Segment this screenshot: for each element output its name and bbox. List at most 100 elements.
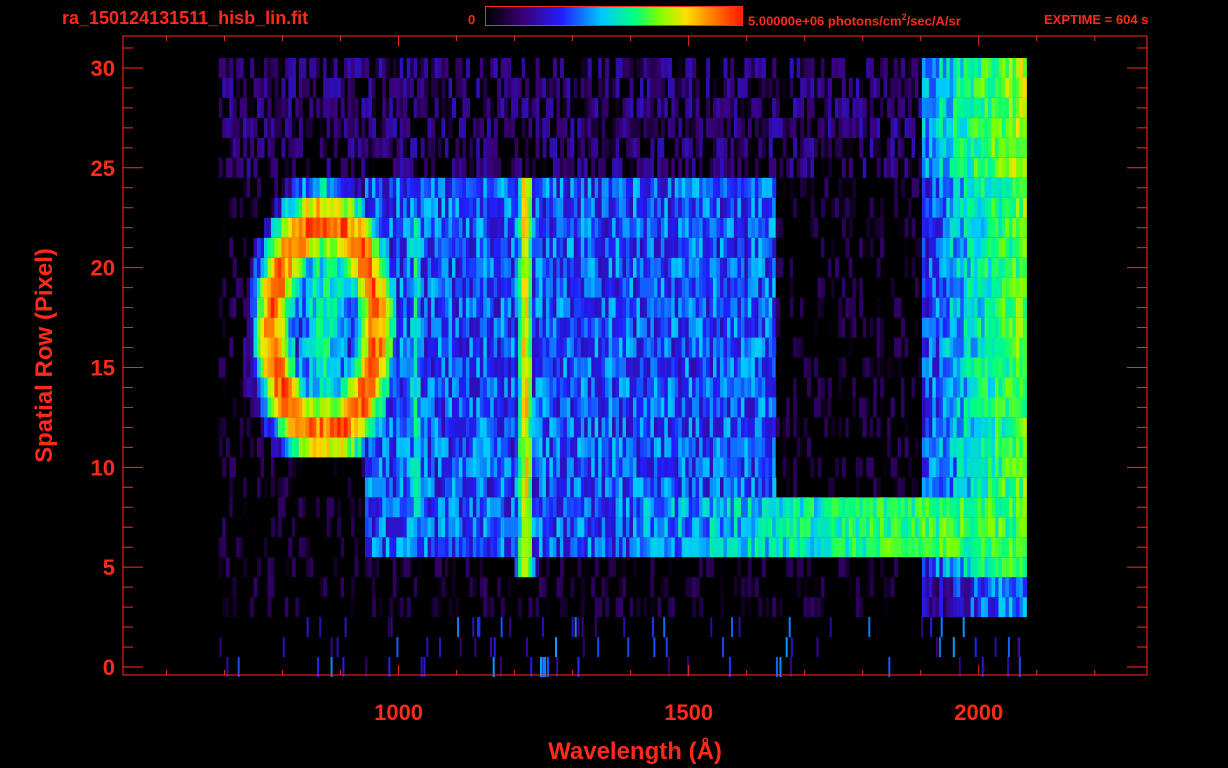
heatmap-cell xyxy=(514,217,519,238)
heatmap-cell xyxy=(371,597,376,618)
heatmap-cell xyxy=(420,457,425,478)
heatmap-cell xyxy=(796,437,801,458)
heatmap-cell xyxy=(479,277,484,298)
heatmap-cell xyxy=(528,457,533,478)
heatmap-cell xyxy=(218,537,223,558)
heatmap-cell xyxy=(894,557,899,578)
heatmap-cell xyxy=(375,277,380,298)
heatmap-cell xyxy=(545,357,550,378)
heatmap-cell xyxy=(257,377,262,398)
heatmap-cell xyxy=(382,217,387,238)
heatmap-cell xyxy=(807,497,812,518)
heatmap-cell xyxy=(681,377,686,398)
heatmap-cell xyxy=(274,557,279,578)
heatmap-cell xyxy=(545,337,550,358)
heatmap-cell xyxy=(291,137,296,158)
heatmap-cell xyxy=(657,377,662,398)
heatmap-cell xyxy=(775,497,780,518)
heatmap-cell xyxy=(552,417,557,438)
heatmap-cell xyxy=(991,397,996,418)
heatmap-cell xyxy=(820,577,825,598)
heatmap-cell xyxy=(834,257,839,278)
heatmap-cell xyxy=(622,237,627,258)
heatmap-cell xyxy=(264,597,269,618)
heatmap-cell xyxy=(981,357,986,378)
heatmap-cell xyxy=(622,297,627,318)
heatmap-cell xyxy=(448,137,453,158)
heatmap-cell xyxy=(504,537,509,558)
heatmap-cell xyxy=(399,377,404,398)
heatmap-cell xyxy=(340,97,345,118)
heatmap-cell xyxy=(243,357,248,378)
heatmap-cell xyxy=(841,517,846,538)
heatmap-cell xyxy=(420,277,425,298)
heatmap-cell xyxy=(643,377,648,398)
heatmap-cell xyxy=(570,197,575,218)
heatmap-cell xyxy=(511,357,516,378)
heatmap-cell xyxy=(371,377,376,398)
heatmap-cell xyxy=(351,137,356,158)
heatmap-cell xyxy=(347,477,352,498)
heatmap-cell xyxy=(281,337,286,358)
heatmap-cell xyxy=(371,197,376,218)
heatmap-cell xyxy=(431,177,436,198)
heatmap-cell xyxy=(608,417,613,438)
heatmap-cell xyxy=(883,597,888,618)
heatmap-cell xyxy=(532,217,537,238)
heatmap-cell xyxy=(814,157,819,178)
heatmap-cell xyxy=(539,357,544,378)
heatmap-cell xyxy=(281,457,286,478)
heatmap-cell xyxy=(751,517,756,538)
heatmap-cell xyxy=(570,137,575,158)
heatmap-cell xyxy=(364,537,369,558)
heatmap-cell xyxy=(364,277,369,298)
heatmap-cell xyxy=(465,357,470,378)
heatmap-cell xyxy=(852,177,857,198)
heatmap-cell xyxy=(1015,277,1020,298)
heatmap-cell xyxy=(424,517,429,538)
heatmap-cell xyxy=(371,177,376,198)
heatmap-cell xyxy=(901,397,906,418)
heatmap-cell xyxy=(650,257,655,278)
heatmap-cell xyxy=(399,217,404,238)
heatmap-cell xyxy=(827,597,832,618)
heatmap-cell xyxy=(737,337,742,358)
heatmap-cell xyxy=(410,337,415,358)
heatmap-cell xyxy=(351,437,356,458)
heatmap-cell xyxy=(243,377,248,398)
heatmap-cell xyxy=(545,597,550,618)
heatmap-cell xyxy=(685,277,690,298)
heatmap-cell xyxy=(222,217,227,238)
heatmap-cell xyxy=(866,377,871,398)
heatmap-cell xyxy=(605,477,610,498)
heatmap-cell xyxy=(424,337,429,358)
heatmap-cell xyxy=(737,457,742,478)
heatmap-cell xyxy=(445,97,450,118)
heatmap-cell xyxy=(733,457,738,478)
heatmap-cell xyxy=(667,537,672,558)
heatmap-cell xyxy=(1005,177,1010,198)
heatmap-cell xyxy=(998,257,1003,278)
heatmap-cell xyxy=(347,417,352,438)
heatmap-cell xyxy=(497,237,502,258)
heatmap-cell xyxy=(361,417,366,438)
heatmap-cell xyxy=(660,157,665,178)
heatmap-cell xyxy=(660,577,665,598)
heatmap-cell xyxy=(288,217,293,238)
heatmap-cell xyxy=(309,97,314,118)
heatmap-cell xyxy=(448,357,453,378)
heatmap-cell xyxy=(866,217,871,238)
heatmap-cell xyxy=(765,117,770,138)
heatmap-cell xyxy=(601,317,606,338)
heatmap-cell xyxy=(702,277,707,298)
heatmap-cell xyxy=(427,197,432,218)
heatmap-cell xyxy=(706,337,711,358)
heatmap-cell xyxy=(469,597,474,618)
heatmap-cell xyxy=(789,317,794,338)
heatmap-cell xyxy=(493,117,498,138)
heatmap-cell xyxy=(264,377,269,398)
heatmap-cell xyxy=(751,177,756,198)
heatmap-cell xyxy=(573,557,578,578)
heatmap-cell xyxy=(545,257,550,278)
heatmap-cell xyxy=(514,277,519,298)
